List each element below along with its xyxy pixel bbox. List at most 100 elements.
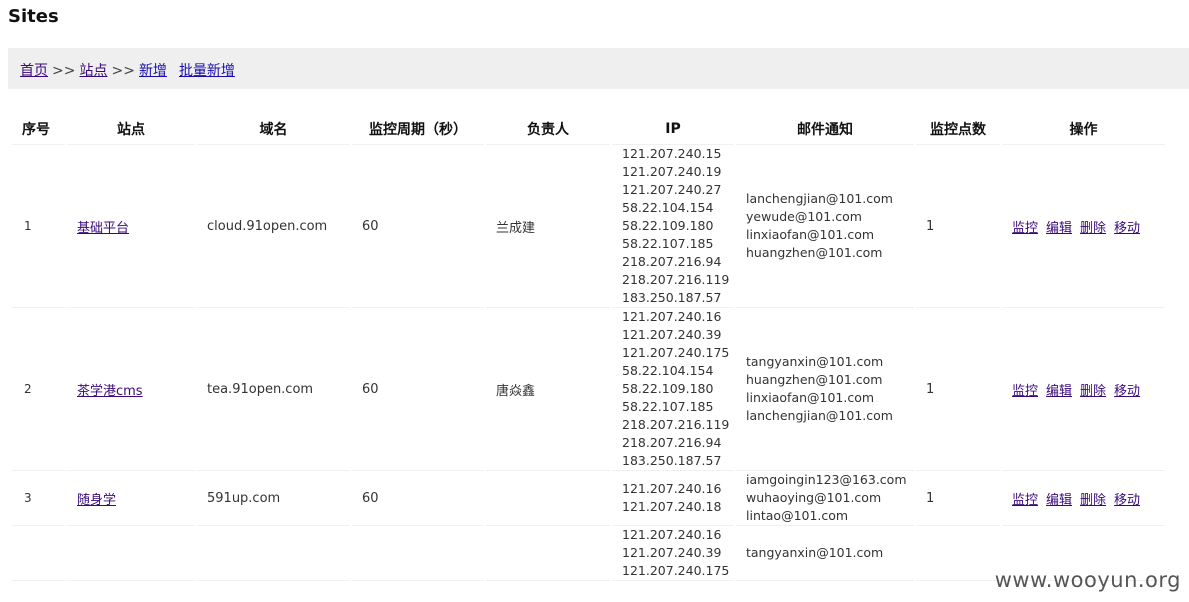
table-row: 1 基础平台 cloud.91open.com 60 兰成建 121.207.240.15… (12, 145, 1165, 308)
edit-link[interactable]: 编辑 (1046, 384, 1072, 399)
email-address: huangzhen@101.com (746, 372, 883, 387)
site-link[interactable]: 茶学港cms (77, 384, 143, 399)
email-address: tangyanxin@101.com (746, 354, 884, 369)
site-link[interactable]: 随身学 (77, 493, 116, 508)
header-ip: IP (612, 114, 734, 145)
ip-address: 58.22.109.180 (622, 218, 714, 233)
ip-address: 121.207.240.16 (622, 481, 722, 496)
domain-cell: cloud.91open.com (197, 145, 350, 308)
ip-address: 58.22.104.154 (622, 363, 714, 378)
delete-link[interactable]: 删除 (1080, 493, 1106, 508)
table-header-row: 序号 站点 域名 监控周期（秒） 负责人 IP 邮件通知 监控点数 操作 (12, 114, 1165, 145)
move-link[interactable]: 移动 (1114, 384, 1140, 399)
site-cell: 随身学 (67, 471, 195, 526)
email-cell: lanchengjian@101.com yewude@101.com linxia… (736, 145, 914, 308)
email-address: lanchengjian@101.com (746, 408, 893, 423)
move-link[interactable]: 移动 (1114, 221, 1140, 236)
email-cell: tangyanxin@101.com huangzhen@101.com linxi… (736, 308, 914, 471)
breadcrumb: 首页 >> 站点 >> 新增 批量新增 (8, 48, 1189, 89)
move-link[interactable]: 移动 (1114, 493, 1140, 508)
monitor-link[interactable]: 监控 (1012, 221, 1038, 236)
header-email: 邮件通知 (736, 114, 914, 145)
email-address: huangzhen@101.com (746, 245, 883, 260)
points-cell: 1 (916, 145, 1000, 308)
page-title: Sites (8, 6, 59, 27)
ip-address: 218.207.216.119 (622, 272, 730, 287)
site-cell: 茶学港cms (67, 308, 195, 471)
ip-address: 58.22.107.185 (622, 236, 714, 251)
email-address: lintao@101.com (746, 508, 849, 523)
breadcrumb-home-link[interactable]: 首页 (20, 63, 48, 79)
period-cell: 60 (352, 471, 484, 526)
domain-cell: 591up.com (197, 471, 350, 526)
domain-cell (197, 526, 350, 581)
header-period: 监控周期（秒） (352, 114, 484, 145)
owner-cell (486, 471, 610, 526)
email-address: wuhaoying@101.com (746, 490, 882, 505)
header-site: 站点 (67, 114, 195, 145)
email-address: lanchengjian@101.com (746, 191, 893, 206)
points-cell (916, 526, 1000, 581)
domain-cell: tea.91open.com (197, 308, 350, 471)
ip-cell: 121.207.240.16 121.207.240.18 (612, 471, 734, 526)
new-site-link[interactable]: 新增 (139, 63, 167, 79)
ip-address: 121.207.240.27 (622, 182, 722, 197)
email-address: yewude@101.com (746, 209, 862, 224)
row-index: 2 (12, 308, 65, 471)
header-owner: 负责人 (486, 114, 610, 145)
breadcrumb-separator: >> (52, 63, 76, 79)
ip-address: 121.207.240.175 (622, 345, 730, 360)
breadcrumb-separator: >> (111, 63, 135, 79)
ip-address: 121.207.240.175 (622, 563, 730, 578)
ip-address: 121.207.240.16 (622, 309, 722, 324)
site-cell (67, 526, 195, 581)
ip-cell: 121.207.240.15 121.207.240.19 121.207.240.… (612, 145, 734, 308)
header-actions: 操作 (1002, 114, 1165, 145)
watermark: www.wooyun.org (994, 568, 1181, 592)
batch-new-link[interactable]: 批量新增 (179, 63, 235, 79)
actions-cell: 监控 编辑 删除 移动 (1002, 145, 1165, 308)
monitor-link[interactable]: 监控 (1012, 493, 1038, 508)
sites-table: 序号 站点 域名 监控周期（秒） 负责人 IP 邮件通知 监控点数 操作 1 基础… (10, 114, 1167, 581)
period-cell (352, 526, 484, 581)
delete-link[interactable]: 删除 (1080, 221, 1106, 236)
email-cell: iamgoingin123@163.com wuhaoying@101.com li… (736, 471, 914, 526)
owner-cell: 唐焱鑫 (486, 308, 610, 471)
row-index (12, 526, 65, 581)
row-index: 1 (12, 145, 65, 308)
ip-address: 58.22.109.180 (622, 381, 714, 396)
ip-address: 121.207.240.18 (622, 499, 722, 514)
owner-cell (486, 526, 610, 581)
ip-address: 218.207.216.94 (622, 254, 722, 269)
ip-cell: 121.207.240.16 121.207.240.39 121.207.240.… (612, 526, 734, 581)
edit-link[interactable]: 编辑 (1046, 221, 1072, 236)
table-row: 2 茶学港cms tea.91open.com 60 唐焱鑫 121.207.240.16… (12, 308, 1165, 471)
ip-address: 218.207.216.94 (622, 435, 722, 450)
email-address: linxiaofan@101.com (746, 227, 875, 242)
email-address: iamgoingin123@163.com (746, 472, 907, 487)
ip-address: 121.207.240.16 (622, 527, 722, 542)
monitor-link[interactable]: 监控 (1012, 384, 1038, 399)
owner-cell: 兰成建 (486, 145, 610, 308)
ip-address: 183.250.187.57 (622, 453, 722, 468)
site-link[interactable]: 基础平台 (77, 221, 129, 236)
ip-address: 183.250.187.57 (622, 290, 722, 305)
actions-cell: 监控 编辑 删除 移动 (1002, 308, 1165, 471)
ip-address: 58.22.107.185 (622, 399, 714, 414)
ip-cell: 121.207.240.16 121.207.240.39 121.207.240.… (612, 308, 734, 471)
points-cell: 1 (916, 471, 1000, 526)
ip-address: 58.22.104.154 (622, 200, 714, 215)
ip-address: 121.207.240.19 (622, 164, 722, 179)
table-row: 3 随身学 591up.com 60 121.207.240.16 121.207.240… (12, 471, 1165, 526)
email-address: tangyanxin@101.com (746, 545, 884, 560)
points-cell: 1 (916, 308, 1000, 471)
row-index: 3 (12, 471, 65, 526)
breadcrumb-sites-link[interactable]: 站点 (79, 63, 107, 79)
email-address: linxiaofan@101.com (746, 390, 875, 405)
table-row: 121.207.240.16 121.207.240.39 121.207.240.… (12, 526, 1165, 581)
edit-link[interactable]: 编辑 (1046, 493, 1072, 508)
actions-cell: 监控 编辑 删除 移动 (1002, 471, 1165, 526)
ip-address: 121.207.240.15 (622, 146, 722, 161)
email-cell: tangyanxin@101.com (736, 526, 914, 581)
delete-link[interactable]: 删除 (1080, 384, 1106, 399)
